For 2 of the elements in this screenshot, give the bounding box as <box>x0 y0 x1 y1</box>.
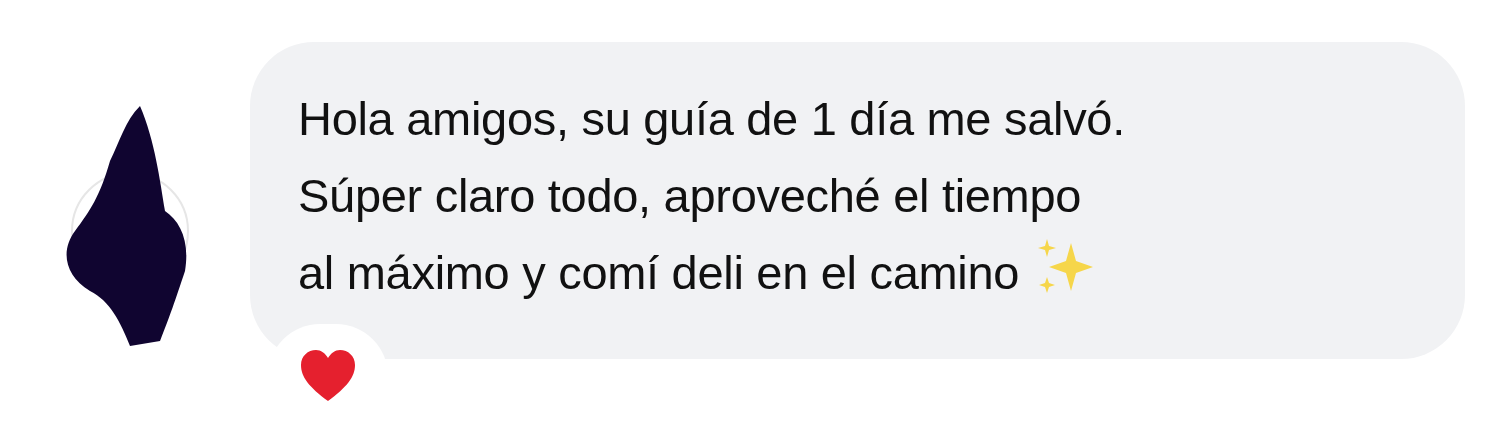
message-text: Hola amigos, su guía de 1 día me salvó. Súper claro todo, aproveché el tiempo al máximo y comí deli en el camino <box>298 91 1126 301</box>
heart-icon <box>299 349 357 403</box>
